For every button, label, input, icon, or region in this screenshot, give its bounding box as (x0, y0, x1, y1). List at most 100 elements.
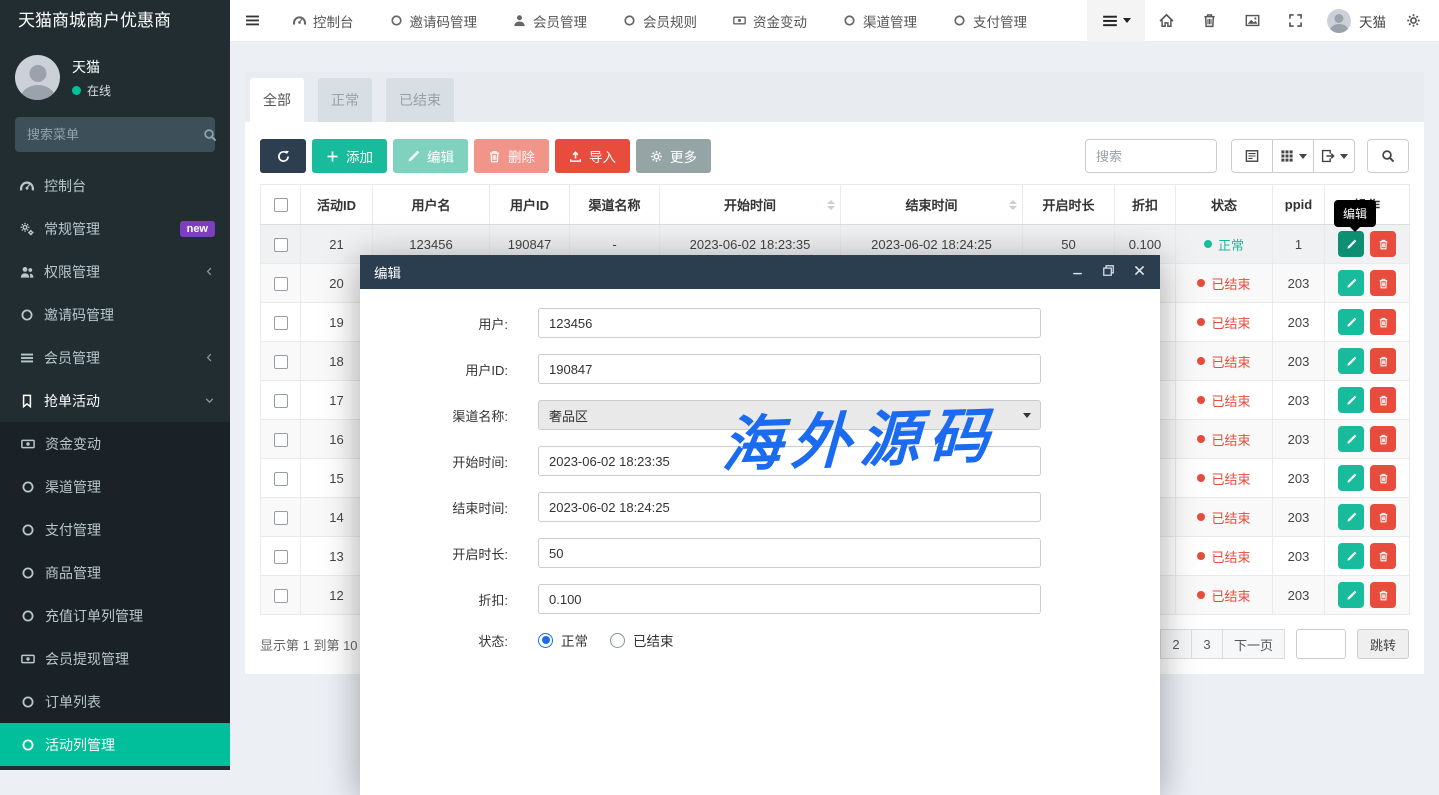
search-button[interactable] (1367, 139, 1409, 173)
table-toolbar: 添加编辑删除导入更多 (260, 139, 1409, 173)
image-icon[interactable] (1245, 13, 1260, 28)
navbar-user[interactable]: 天猫 (1327, 9, 1386, 33)
tab-全部[interactable]: 全部 (250, 78, 304, 122)
row-checkbox[interactable] (274, 511, 288, 525)
search-icon (1381, 149, 1395, 163)
row-checkbox[interactable] (274, 472, 288, 486)
edit-button[interactable]: 编辑 (393, 139, 468, 173)
detail-view-button[interactable] (1231, 139, 1273, 173)
row-edit-button[interactable] (1338, 504, 1364, 530)
more-button[interactable]: 更多 (636, 139, 711, 173)
row-checkbox[interactable] (274, 394, 288, 408)
delete-button[interactable]: 删除 (474, 139, 549, 173)
sidebar-search-input[interactable] (27, 127, 203, 142)
row-delete-button[interactable] (1370, 543, 1396, 569)
navbar-item-支付管理[interactable]: 支付管理 (935, 0, 1045, 42)
close-icon[interactable] (1133, 264, 1146, 277)
status-badge: 已结束 (1197, 586, 1250, 605)
trash-icon[interactable] (1202, 13, 1217, 28)
tab-正常[interactable]: 正常 (318, 78, 372, 122)
columns-button[interactable] (1272, 139, 1314, 173)
row-edit-button[interactable] (1338, 270, 1364, 296)
field-input[interactable] (538, 538, 1041, 568)
row-edit-button[interactable] (1338, 387, 1364, 413)
form-field: 开始时间: (390, 446, 1130, 476)
navbar-item-会员规则[interactable]: 会员规则 (605, 0, 715, 42)
page-button-2[interactable]: 2 (1160, 629, 1192, 659)
jump-button[interactable]: 跳转 (1357, 629, 1409, 659)
row-delete-button[interactable] (1370, 309, 1396, 335)
sort-icon[interactable] (1009, 200, 1017, 210)
menu-dropdown[interactable] (1087, 0, 1145, 42)
refresh-button[interactable] (260, 139, 306, 173)
field-input[interactable] (538, 446, 1041, 476)
row-checkbox[interactable] (274, 355, 288, 369)
row-delete-button[interactable] (1370, 465, 1396, 491)
sidebar-item-控制台[interactable]: 控制台 (0, 164, 230, 207)
sidebar-subitem-渠道管理[interactable]: 渠道管理 (0, 465, 230, 508)
row-checkbox[interactable] (274, 316, 288, 330)
sidebar-subitem-会员提现管理[interactable]: 会员提现管理 (0, 637, 230, 680)
row-checkbox[interactable] (274, 433, 288, 447)
row-edit-button[interactable] (1338, 543, 1364, 569)
sidebar-subitem-活动列管理[interactable]: 活动列管理 (0, 723, 230, 766)
sidebar-subitem-充值订单列管理[interactable]: 充值订单列管理 (0, 594, 230, 637)
row-edit-button[interactable] (1338, 426, 1364, 452)
sidebar-item-权限管理[interactable]: 权限管理 (0, 250, 230, 293)
sidebar-subitem-支付管理[interactable]: 支付管理 (0, 508, 230, 551)
sort-icon[interactable] (827, 200, 835, 210)
row-delete-button[interactable] (1370, 582, 1396, 608)
gear-icon[interactable] (1406, 13, 1421, 28)
status-radio[interactable] (610, 633, 625, 648)
row-delete-button[interactable] (1370, 504, 1396, 530)
field-input[interactable] (538, 354, 1041, 384)
add-button[interactable]: 添加 (312, 139, 387, 173)
row-edit-button[interactable] (1338, 309, 1364, 335)
navbar-item-控制台[interactable]: 控制台 (275, 0, 372, 42)
import-button[interactable]: 导入 (555, 139, 630, 173)
sidebar-item-会员管理[interactable]: 会员管理 (0, 336, 230, 379)
sidebar-item-邀请码管理[interactable]: 邀请码管理 (0, 293, 230, 336)
sidebar-toggle-button[interactable] (230, 13, 275, 28)
table-search-input[interactable] (1085, 139, 1217, 173)
row-checkbox[interactable] (274, 238, 288, 252)
status-radio[interactable] (538, 633, 553, 648)
row-delete-button[interactable] (1370, 387, 1396, 413)
tab-已结束[interactable]: 已结束 (386, 78, 454, 122)
row-edit-button[interactable] (1338, 348, 1364, 374)
row-checkbox[interactable] (274, 277, 288, 291)
row-delete-button[interactable] (1370, 348, 1396, 374)
sidebar-item-常规管理[interactable]: 常规管理new (0, 207, 230, 250)
row-delete-button[interactable] (1370, 270, 1396, 296)
row-checkbox[interactable] (274, 550, 288, 564)
navbar-item-资金变动[interactable]: 资金变动 (715, 0, 825, 42)
page-button-3[interactable]: 3 (1191, 629, 1223, 659)
navbar-item-邀请码管理[interactable]: 邀请码管理 (372, 0, 496, 42)
select-all-checkbox[interactable] (274, 198, 288, 212)
export-button[interactable] (1313, 139, 1355, 173)
sidebar-item-抢单活动[interactable]: 抢单活动 (0, 379, 230, 422)
sidebar-subitem-商品管理[interactable]: 商品管理 (0, 551, 230, 594)
field-input[interactable] (538, 584, 1041, 614)
row-delete-button[interactable] (1370, 426, 1396, 452)
field-input[interactable] (538, 492, 1041, 522)
field-input[interactable] (538, 308, 1041, 338)
row-edit-button[interactable] (1338, 465, 1364, 491)
channel-select[interactable]: 奢品区 (538, 400, 1041, 430)
restore-icon[interactable] (1102, 264, 1115, 277)
home-icon[interactable] (1159, 13, 1174, 28)
row-delete-button[interactable] (1370, 231, 1396, 257)
fullscreen-icon[interactable] (1288, 13, 1303, 28)
sidebar-search[interactable] (15, 117, 215, 152)
navbar-item-会员管理[interactable]: 会员管理 (495, 0, 605, 42)
sidebar-subitem-订单列表[interactable]: 订单列表 (0, 680, 230, 723)
row-edit-button[interactable] (1338, 582, 1364, 608)
modal-header[interactable]: 编辑 (360, 255, 1160, 289)
navbar-item-渠道管理[interactable]: 渠道管理 (825, 0, 935, 42)
row-checkbox[interactable] (274, 589, 288, 603)
search-icon[interactable] (203, 128, 217, 142)
next-page-button[interactable]: 下一页 (1222, 629, 1285, 659)
jump-page-input[interactable] (1296, 629, 1346, 659)
minimize-icon[interactable] (1071, 264, 1084, 277)
sidebar-subitem-资金变动[interactable]: 资金变动 (0, 422, 230, 465)
